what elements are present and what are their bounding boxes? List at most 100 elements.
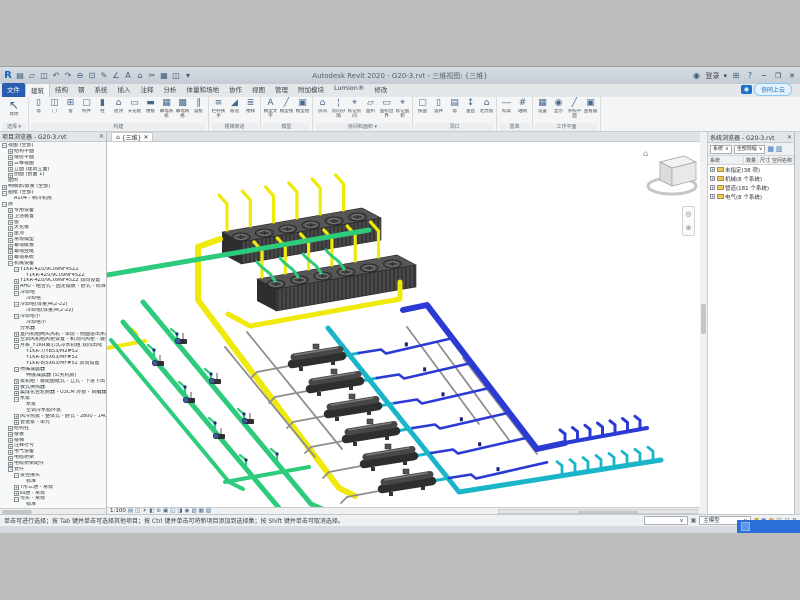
expand-icon[interactable]: + (8, 450, 13, 455)
system-browser-close-icon[interactable]: ✕ (787, 134, 792, 141)
tree-item[interactable]: +AHU - 组合式 - 固定模板 - 卧式 - 标准 - 2000 - 300… (0, 284, 106, 290)
navigation-bar[interactable]: ◎⊕ (682, 206, 695, 236)
expand-icon[interactable]: + (8, 208, 13, 213)
ribbon-button-墙[interactable]: ▯墙 (31, 98, 46, 119)
expand-icon[interactable]: + (8, 426, 13, 431)
ribbon-tab-协作[interactable]: 协作 (224, 83, 247, 97)
ribbon-button-面积[interactable]: ▱面积 (363, 98, 378, 119)
collapse-icon[interactable]: − (14, 473, 19, 478)
ribbon-button-竖井[interactable]: ▯竖井 (431, 98, 446, 119)
ribbon-tab-注释[interactable]: 注释 (136, 83, 159, 97)
expand-icon[interactable]: + (14, 414, 19, 419)
cloud-sync-icon[interactable]: ◉ (741, 85, 752, 94)
expand-icon[interactable]: + (710, 167, 715, 172)
ribbon-panel-name[interactable]: 洞口 (415, 123, 494, 131)
ribbon-button-栏杆扶手[interactable]: ≡栏杆扶手 (211, 98, 226, 119)
collapse-icon[interactable]: − (14, 497, 19, 502)
expand-icon[interactable]: + (710, 194, 715, 199)
ribbon-button-幕墙网格[interactable]: ▩幕墙网格 (175, 98, 190, 119)
ribbon-button-面积边界[interactable]: ▭面积边界 (379, 98, 394, 119)
expand-icon[interactable]: + (14, 485, 19, 490)
column-settings-icon[interactable]: ▥ (776, 145, 783, 153)
collapse-icon[interactable]: − (14, 267, 19, 272)
system-row[interactable]: +机械(8 个系统) (708, 174, 794, 183)
ribbon-button-坡道[interactable]: ◢坡道 (227, 98, 242, 119)
system-column-数量[interactable]: 数量 (744, 156, 758, 164)
system-scope-dropdown[interactable]: 系统∨ (710, 145, 732, 154)
signin-dropdown-icon[interactable]: ▾ (723, 72, 727, 80)
undo-icon[interactable]: ↶ (51, 71, 61, 81)
expand-icon[interactable]: + (8, 232, 13, 237)
ribbon-button-幕墙系统[interactable]: ▦幕墙系统 (159, 98, 174, 119)
ribbon-panel-name[interactable]: 工作平面 (535, 123, 598, 131)
ribbon-button-楼梯[interactable]: ≣楼梯 (243, 98, 258, 119)
collapse-icon[interactable]: − (14, 291, 19, 296)
ribbon-button-标记面积[interactable]: ⌖标记面积 (395, 98, 410, 119)
cooling-towers[interactable] (219, 175, 416, 311)
ribbon-button-查看器[interactable]: ▣查看器 (583, 98, 598, 119)
ribbon-button-竖梃[interactable]: ∥竖梃 (191, 98, 206, 119)
expand-icon[interactable]: + (8, 161, 13, 166)
collapse-icon[interactable]: − (8, 261, 13, 266)
ribbon-button-屋顶[interactable]: ⌂屋顶 (111, 98, 126, 119)
expand-icon[interactable]: + (14, 332, 19, 337)
collapse-icon[interactable]: − (14, 367, 19, 372)
expand-icon[interactable]: + (14, 285, 19, 290)
expand-icon[interactable]: + (8, 238, 13, 243)
ribbon-tab-插入[interactable]: 插入 (113, 83, 136, 97)
expand-icon[interactable]: + (14, 379, 19, 384)
collapse-icon[interactable]: − (14, 314, 19, 319)
expand-icon[interactable]: + (8, 226, 13, 231)
ribbon-button-标高[interactable]: ―标高 (499, 98, 514, 119)
ribbon-button-设置[interactable]: ▦设置 (535, 98, 550, 119)
ribbon-panel-name[interactable]: 选择 ▾ (2, 123, 26, 131)
ribbon-button-垂直[interactable]: ↕垂直 (463, 98, 478, 119)
3d-model-view[interactable]: ⌂ (107, 142, 700, 507)
expand-icon[interactable]: + (14, 338, 19, 343)
ribbon-button-柱[interactable]: ▮柱 (95, 98, 110, 119)
expand-icon[interactable]: + (8, 220, 13, 225)
expand-icon[interactable]: + (14, 391, 19, 396)
collapse-icon[interactable]: − (2, 202, 7, 207)
ribbon-button-构件[interactable]: ▢构件 (79, 98, 94, 119)
autofit-columns-icon[interactable]: ▦ (767, 145, 774, 153)
view-tab-close-icon[interactable]: ✕ (143, 134, 148, 141)
system-row[interactable]: +未指定(38 项) (708, 165, 794, 174)
ribbon-tab-系统[interactable]: 系统 (90, 83, 113, 97)
restore-button[interactable]: ❐ (773, 72, 783, 80)
expand-icon[interactable]: + (8, 149, 13, 154)
ribbon-button-修改[interactable]: ↖修改 (2, 98, 26, 122)
collapse-icon[interactable]: − (8, 467, 13, 472)
ribbon-button-门[interactable]: ◫门 (47, 98, 62, 119)
ribbon-button-模型文字[interactable]: A模型文字 (263, 98, 278, 119)
redo-icon[interactable]: ↷ (63, 71, 73, 81)
ribbon-button-标记房间[interactable]: ⌖标记房间 (347, 98, 362, 119)
project-browser-close-icon[interactable]: ✕ (99, 133, 104, 140)
collapse-icon[interactable]: − (2, 191, 7, 196)
view-tab-3d[interactable]: ⌂ {三维} ✕ (111, 132, 153, 141)
expand-icon[interactable]: + (8, 444, 13, 449)
collapse-icon[interactable]: − (14, 302, 19, 307)
ribbon-button-老虎窗[interactable]: ⌂老虎窗 (479, 98, 494, 119)
ribbon-button-天花板[interactable]: ▭天花板 (127, 98, 142, 119)
ribbon-tab-管理[interactable]: 管理 (270, 83, 293, 97)
ribbon-tab-Lumion®[interactable]: Lumion® (329, 83, 369, 97)
ribbon-button-房间分隔[interactable]: ¦房间分隔 (331, 98, 346, 119)
view-cube[interactable]: ⌂ (643, 149, 696, 194)
expand-icon[interactable]: + (2, 185, 7, 190)
expand-icon[interactable]: + (8, 462, 13, 467)
switch-windows-icon[interactable]: ◫ (171, 71, 181, 81)
ribbon-button-房间[interactable]: ⌂房间 (315, 98, 330, 119)
file-menu-icon[interactable]: ▤ (15, 71, 25, 81)
expand-icon[interactable]: + (8, 173, 13, 178)
expand-icon[interactable]: + (8, 155, 13, 160)
expand-icon[interactable]: + (8, 167, 13, 172)
canvas-vscrollbar[interactable] (700, 132, 708, 514)
expand-icon[interactable]: + (8, 244, 13, 249)
save-icon[interactable]: ◫ (39, 71, 49, 81)
cloud-collaborate-button[interactable]: 协同上云 (754, 83, 792, 96)
system-column-系统[interactable]: 系统 (708, 156, 744, 164)
measure-icon[interactable]: ⊡ (87, 71, 97, 81)
ribbon-tab-修改[interactable]: 修改 (369, 83, 392, 97)
ribbon-button-模型线[interactable]: ╱模型线 (279, 98, 294, 119)
